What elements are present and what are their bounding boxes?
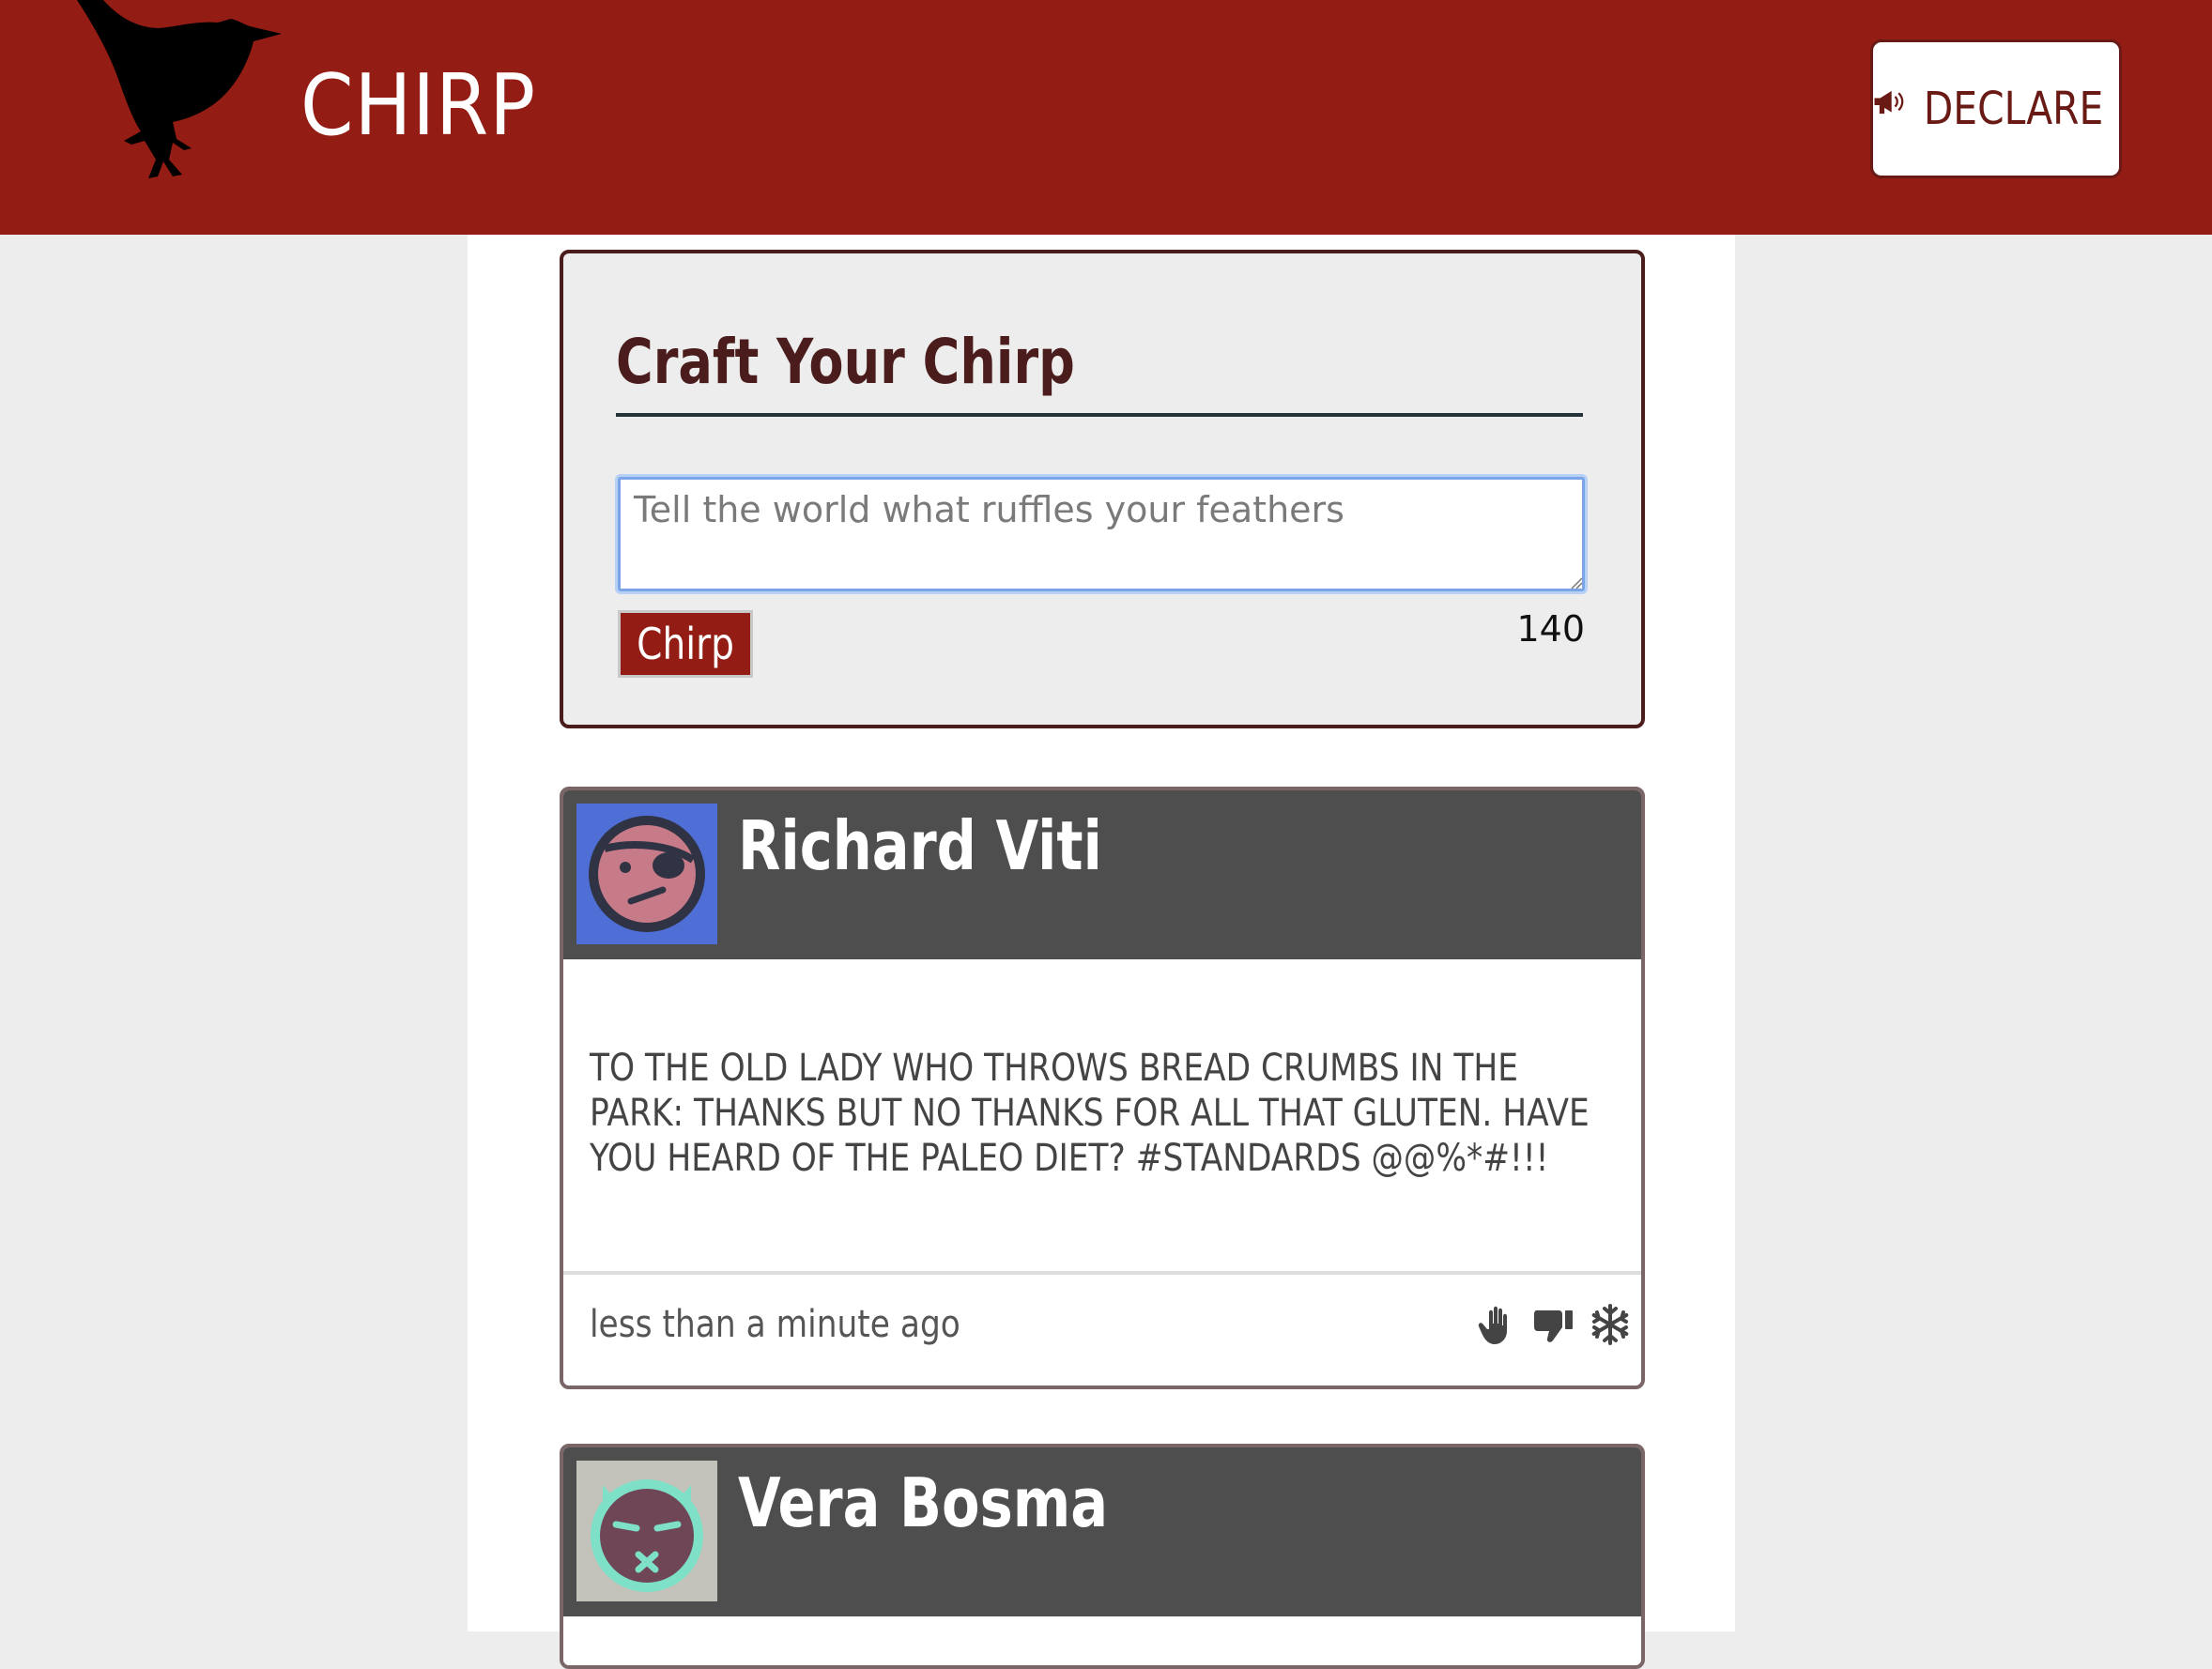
snowflake-icon[interactable]: [1589, 1303, 1632, 1346]
post-header: Richard Viti: [563, 790, 1641, 959]
thumbs-down-icon[interactable]: [1532, 1303, 1575, 1346]
bird-logo-icon: [77, 0, 282, 178]
post-text: TO THE OLD LADY WHO THROWS BREAD CRUMBS …: [590, 1047, 1590, 1180]
post-author-name: Vera Bosma: [738, 1463, 1109, 1542]
compose-card: Craft Your Chirp Chirp 140: [560, 250, 1645, 728]
declare-label: DECLARE: [1923, 83, 2104, 135]
post-card: Richard Viti TO THE OLD LADY WHO THROWS …: [560, 787, 1645, 1389]
post-body: TO THE OLD LADY WHO THROWS BREAD CRUMBS …: [563, 959, 1641, 1275]
post-actions: [1476, 1303, 1632, 1346]
avatar: [576, 804, 717, 944]
post-author[interactable]: Vera Bosma: [738, 1461, 1190, 1545]
post-timestamp: less than a minute ago: [590, 1303, 960, 1346]
chirp-submit-button[interactable]: Chirp: [618, 610, 753, 678]
post-footer: less than a minute ago: [563, 1275, 1641, 1386]
app-title: CHIRP: [300, 56, 536, 155]
chirp-submit-label: Chirp: [637, 619, 734, 669]
megaphone-icon: [1874, 90, 1904, 115]
post-author[interactable]: Richard Viti: [738, 804, 1182, 888]
declare-button[interactable]: DECLARE: [1870, 39, 2122, 178]
post-author-name: Richard Viti: [738, 806, 1102, 885]
hand-icon[interactable]: [1476, 1303, 1519, 1346]
character-counter: 140: [1516, 608, 1585, 650]
chirp-textarea[interactable]: [618, 477, 1585, 591]
compose-title-text: Craft Your Chirp: [616, 326, 1075, 398]
post-header: Vera Bosma: [563, 1447, 1641, 1616]
resize-grip-icon[interactable]: [1568, 574, 1583, 590]
avatar: [576, 1461, 717, 1601]
app-header: CHIRP DECLARE: [0, 0, 2212, 235]
post-card: Vera Bosma: [560, 1444, 1645, 1669]
compose-title: Craft Your Chirp: [616, 325, 1583, 417]
